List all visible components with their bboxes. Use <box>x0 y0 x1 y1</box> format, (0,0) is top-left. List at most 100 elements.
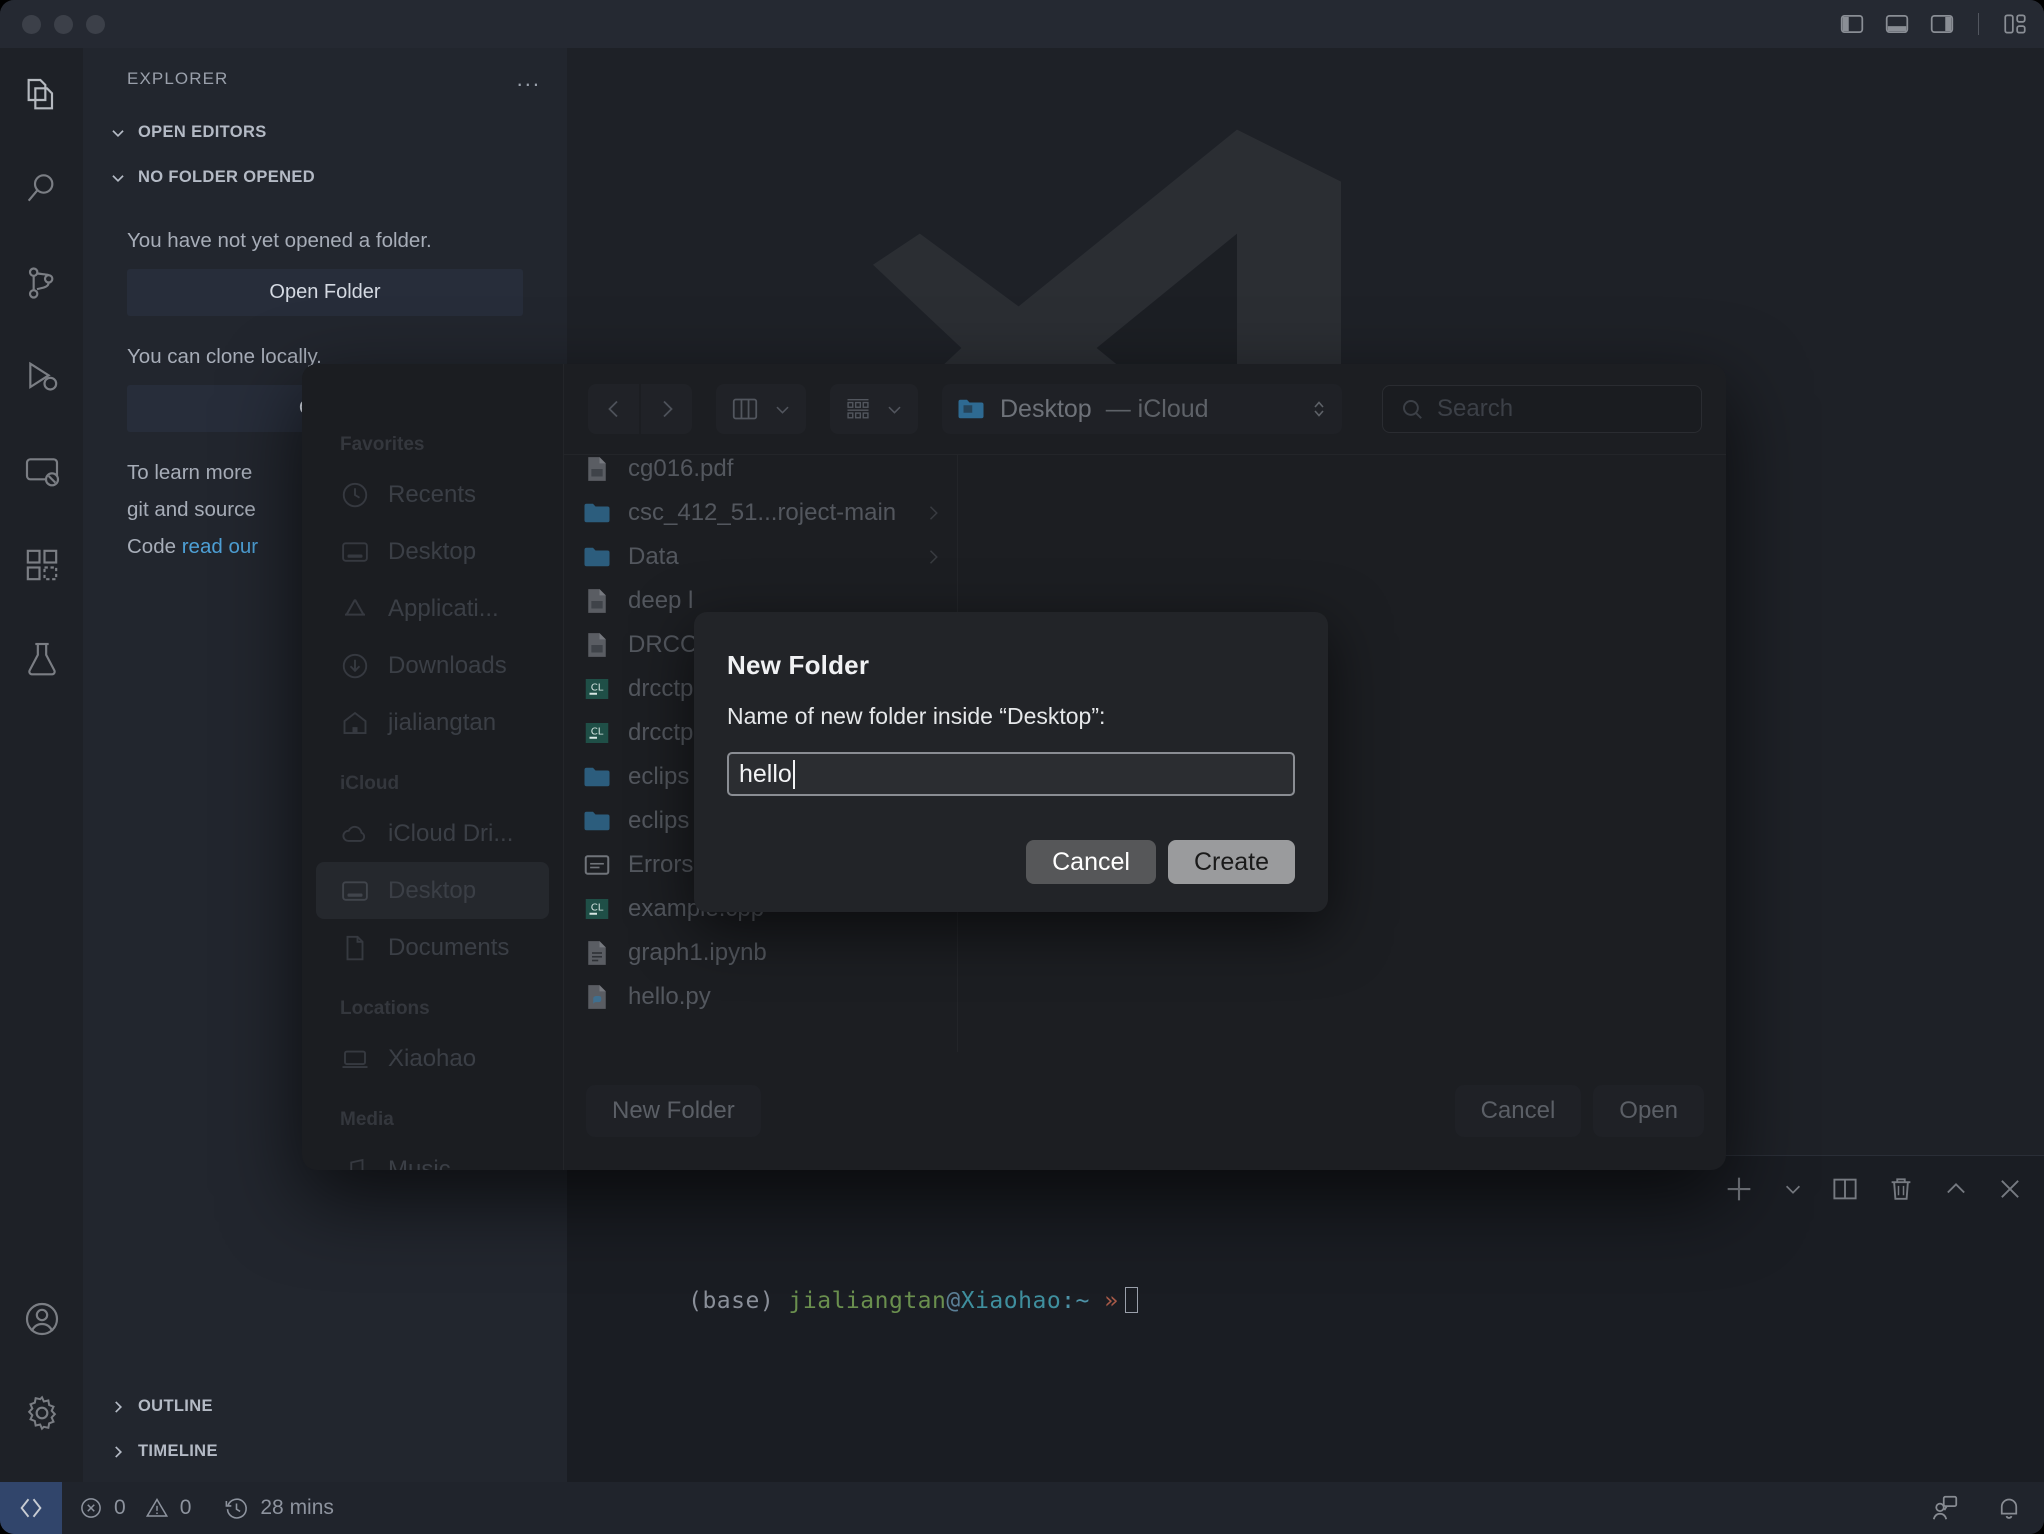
pdf-icon <box>588 633 606 657</box>
dialog-cancel-button[interactable]: Cancel <box>1454 1085 1582 1137</box>
new-folder-button[interactable]: New Folder <box>586 1085 761 1137</box>
kill-terminal-icon[interactable] <box>1886 1174 1916 1204</box>
open-folder-button[interactable]: Open Folder <box>127 269 523 316</box>
sidebar-item-label: Recents <box>388 480 477 508</box>
activitybar-item-settings[interactable] <box>0 1366 83 1460</box>
search-placeholder: Search <box>1437 395 1514 422</box>
sidebar-item-downloads[interactable]: Downloads <box>316 637 549 694</box>
sidebar-item-label: Desktop <box>388 876 477 904</box>
terminal-at: @ <box>946 1288 961 1314</box>
home-icon <box>343 711 367 734</box>
remote-indicator-button[interactable] <box>0 1482 62 1534</box>
layout-panel-icon[interactable] <box>1884 11 1910 37</box>
account-icon <box>25 1302 58 1336</box>
stepper-icon[interactable] <box>1310 396 1328 422</box>
activity-bar <box>0 48 83 1482</box>
section-label: NO FOLDER OPENED <box>138 168 316 186</box>
file-name: cg016.pdf <box>628 455 734 482</box>
warning-count: 0 <box>179 1496 192 1519</box>
maximize-panel-icon[interactable] <box>1942 1175 1970 1203</box>
sidebar-more-actions-button[interactable]: ... <box>517 68 541 90</box>
file-name: csc_412_51...roject-main <box>628 499 897 526</box>
sidebar-item-applications[interactable]: Applicati... <box>316 580 549 637</box>
file-row[interactable]: graph1.ipynb <box>564 931 957 975</box>
clion-icon: CL <box>585 679 609 699</box>
traffic-lights <box>22 14 105 34</box>
group-by-button[interactable] <box>830 384 918 434</box>
sidebar-section-timeline[interactable]: TIMELINE <box>83 1429 567 1474</box>
terminal-host: Xiaohao <box>960 1288 1062 1314</box>
search-input[interactable]: Search <box>1382 385 1702 433</box>
activitybar-item-testing[interactable] <box>0 612 83 706</box>
sidebar-item-icloud-desktop[interactable]: Desktop <box>316 862 549 919</box>
uptime-status-item[interactable]: 28 mins <box>207 1482 350 1534</box>
chevron-down-icon[interactable] <box>1782 1178 1804 1200</box>
split-terminal-icon[interactable] <box>1830 1174 1860 1204</box>
customize-layout-icon[interactable] <box>2002 11 2028 37</box>
sidebar-section-open-editors[interactable]: OPEN EDITORS <box>83 110 567 155</box>
remote-indicator-icon <box>20 1498 42 1518</box>
sidebar-section-no-folder-opened[interactable]: NO FOLDER OPENED <box>83 155 567 200</box>
live-share-icon[interactable] <box>1930 1493 1960 1523</box>
remote-icon <box>25 458 59 487</box>
add-terminal-icon[interactable] <box>1722 1172 1756 1206</box>
docs-link[interactable]: read our <box>182 535 258 558</box>
activitybar-item-extensions[interactable] <box>0 518 83 612</box>
maximize-window-button[interactable] <box>86 14 105 34</box>
toolbar-divider <box>1978 13 1979 35</box>
section-label: TIMELINE <box>138 1442 218 1460</box>
file-row[interactable]: Data <box>564 535 957 579</box>
back-button[interactable] <box>588 384 639 434</box>
sidebar-section-outline[interactable]: OUTLINE <box>83 1384 567 1429</box>
chevron-down-icon <box>888 406 901 414</box>
close-window-button[interactable] <box>22 14 41 34</box>
warning-icon <box>145 1498 168 1517</box>
chevron-left-icon <box>607 400 618 418</box>
no-folder-message: You have not yet opened a folder. <box>127 229 432 252</box>
view-mode-button[interactable] <box>716 384 806 434</box>
activitybar-item-source-control[interactable] <box>0 236 83 330</box>
applications-icon <box>345 598 365 616</box>
dialog-label: Name of new folder inside “Desktop”: <box>727 703 1106 729</box>
cancel-button[interactable]: Cancel <box>1026 840 1156 884</box>
activitybar-item-accounts[interactable] <box>0 1272 83 1366</box>
sidebar-item-xiaohao[interactable]: Xiaohao <box>316 1030 549 1087</box>
sidebar-item-home[interactable]: jialiangtan <box>316 694 549 751</box>
status-bar-right <box>1930 1493 2044 1523</box>
sidebar-item-documents[interactable]: Documents <box>316 919 549 976</box>
minimize-window-button[interactable] <box>54 14 73 34</box>
dialog-open-button[interactable]: Open <box>1593 1085 1704 1137</box>
error-count: 0 <box>114 1496 126 1519</box>
sidebar-item-icloud-drive[interactable]: iCloud Dri... <box>316 805 549 862</box>
problems-status-item[interactable]: 0 0 <box>62 1482 207 1534</box>
svg-text:CL: CL <box>591 902 604 913</box>
file-row[interactable]: csc_412_51...roject-main <box>564 491 957 535</box>
activitybar-item-remote-explorer[interactable] <box>0 424 83 518</box>
folder-icon <box>958 399 984 419</box>
layout-sidebar-right-icon[interactable] <box>1929 11 1955 37</box>
dialog-buttons: Cancel Create <box>1026 840 1295 884</box>
layout-sidebar-left-icon[interactable] <box>1839 11 1865 37</box>
bell-icon[interactable] <box>1994 1493 2024 1523</box>
file-row[interactable]: hello.py <box>564 975 957 1019</box>
svg-text:CL: CL <box>591 682 604 693</box>
activitybar-item-search[interactable] <box>0 142 83 236</box>
file-name: hello.py <box>628 983 711 1010</box>
file-name: graph1.ipynb <box>628 939 767 966</box>
uptime-value: 28 mins <box>260 1496 334 1519</box>
create-button[interactable]: Create <box>1167 840 1295 884</box>
forward-button[interactable] <box>641 384 692 434</box>
activitybar-item-run-and-debug[interactable] <box>0 330 83 424</box>
terminal-prompt-line[interactable]: (base) jialiangtan@Xiaohao:~ » <box>602 1261 1138 1340</box>
path-selector[interactable]: Desktop — iCloud <box>942 384 1342 434</box>
learn-line-2: git and source <box>127 498 256 521</box>
close-panel-icon[interactable] <box>1996 1175 2024 1203</box>
section-label: OUTLINE <box>138 1397 213 1415</box>
history-icon <box>225 1498 248 1519</box>
sidebar-item-recents[interactable]: Recents <box>316 466 549 523</box>
folder-name-input[interactable]: hello <box>727 752 1295 796</box>
sidebar-item-music[interactable]: Music <box>316 1141 549 1170</box>
activitybar-item-explorer[interactable] <box>0 48 83 142</box>
file-row[interactable]: cg016.pdf <box>564 455 957 491</box>
sidebar-item-desktop[interactable]: Desktop <box>316 523 549 580</box>
